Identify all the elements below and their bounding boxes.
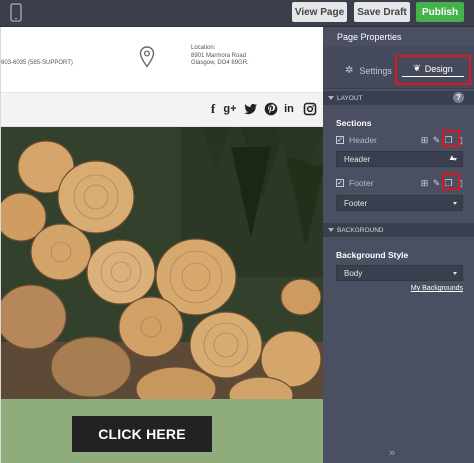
header-select[interactable]: Header xyxy=(336,151,463,167)
publish-button[interactable]: Publish xyxy=(416,2,464,22)
footer-select-value: Footer xyxy=(344,198,368,208)
header-checkbox[interactable]: ✓ xyxy=(336,136,344,144)
tab-settings-label: Settings xyxy=(359,65,392,76)
pinterest-icon[interactable] xyxy=(264,102,278,116)
settings-icon: ✲ xyxy=(345,65,354,76)
cta-section: CLICK HERE xyxy=(1,399,323,463)
location-info: Location: 8901 Marmora Road Glasgow, DO4… xyxy=(191,45,249,68)
sections-label: Sections xyxy=(336,118,372,128)
background-style-label: Background Style xyxy=(336,250,409,260)
layout-label: LAYOUT xyxy=(337,94,363,102)
add-icon[interactable]: ⊞ xyxy=(420,178,429,188)
footer-checkbox[interactable]: ✓ xyxy=(336,179,344,187)
site-header[interactable]: 603-6035 (585-SUPPORT) Location: 8901 Ma… xyxy=(1,27,323,93)
add-icon[interactable]: ⊞ xyxy=(420,135,429,145)
location-label: Location: xyxy=(191,45,216,51)
panel-title: Page Properties xyxy=(337,32,402,42)
my-backgrounds-link[interactable]: My Backgrounds xyxy=(411,285,463,292)
header-section-row: ✓ Header xyxy=(336,133,377,147)
hero-image[interactable] xyxy=(1,127,323,399)
page-canvas[interactable]: 603-6035 (585-SUPPORT) Location: 8901 Ma… xyxy=(0,27,323,463)
view-page-button[interactable]: View Page xyxy=(292,2,347,22)
chevron-down-icon xyxy=(328,96,334,100)
google-plus-icon[interactable]: g+ xyxy=(223,102,237,116)
background-label: BACKGROUND xyxy=(337,226,384,234)
top-toolbar: View Page Save Draft Publish xyxy=(0,0,474,27)
tab-settings[interactable]: ✲ Settings xyxy=(345,65,392,76)
background-select-value: Body xyxy=(344,268,363,278)
highlight-box xyxy=(442,173,460,190)
page-properties-panel: Page Properties ✲ Settings ❦ Design LAYO… xyxy=(323,27,474,463)
chevron-down-icon xyxy=(453,202,457,205)
tab-design[interactable]: ❦ Design xyxy=(395,55,471,85)
footer-label: Footer xyxy=(349,178,374,188)
phone-number: 603-6035 (585-SUPPORT) xyxy=(1,60,73,66)
help-icon[interactable]: ? xyxy=(453,92,464,103)
background-section-bar[interactable]: BACKGROUND xyxy=(323,223,474,237)
instagram-icon[interactable] xyxy=(303,102,317,116)
edit-icon[interactable]: ✎ xyxy=(432,178,441,188)
edit-icon[interactable]: ✎ xyxy=(432,135,441,145)
highlight-box xyxy=(442,130,460,147)
background-style-select[interactable]: Body xyxy=(336,265,463,281)
map-pin-icon xyxy=(139,46,155,68)
paint-icon: ❦ xyxy=(413,63,421,73)
editor-window: View Page Save Draft Publish 603-6035 (5… xyxy=(0,0,474,463)
header-label: Header xyxy=(349,135,377,145)
header-select-value: Header xyxy=(344,154,371,164)
social-bar: f g+ in xyxy=(1,93,323,127)
mouse-cursor-icon: ▲ xyxy=(448,153,456,162)
footer-section-row: ✓ Footer xyxy=(336,176,374,190)
chevron-down-icon xyxy=(328,228,334,232)
mobile-device-icon[interactable] xyxy=(10,3,22,22)
facebook-icon[interactable]: f xyxy=(206,102,220,116)
address-line-1: 8901 Marmora Road xyxy=(191,52,247,59)
chevron-down-icon xyxy=(453,272,457,275)
tab-design-label: Design xyxy=(424,63,453,74)
collapse-panel-icon[interactable]: » xyxy=(389,447,395,459)
footer-select[interactable]: Footer xyxy=(336,195,463,211)
address-line-2: Glasgow, DO4 89GR. xyxy=(191,60,249,66)
save-draft-button[interactable]: Save Draft xyxy=(354,2,410,22)
twitter-icon[interactable] xyxy=(244,102,258,116)
layout-section-bar[interactable]: LAYOUT ? xyxy=(323,91,474,105)
linkedin-icon[interactable]: in xyxy=(282,102,296,116)
click-here-button[interactable]: CLICK HERE xyxy=(72,416,212,452)
